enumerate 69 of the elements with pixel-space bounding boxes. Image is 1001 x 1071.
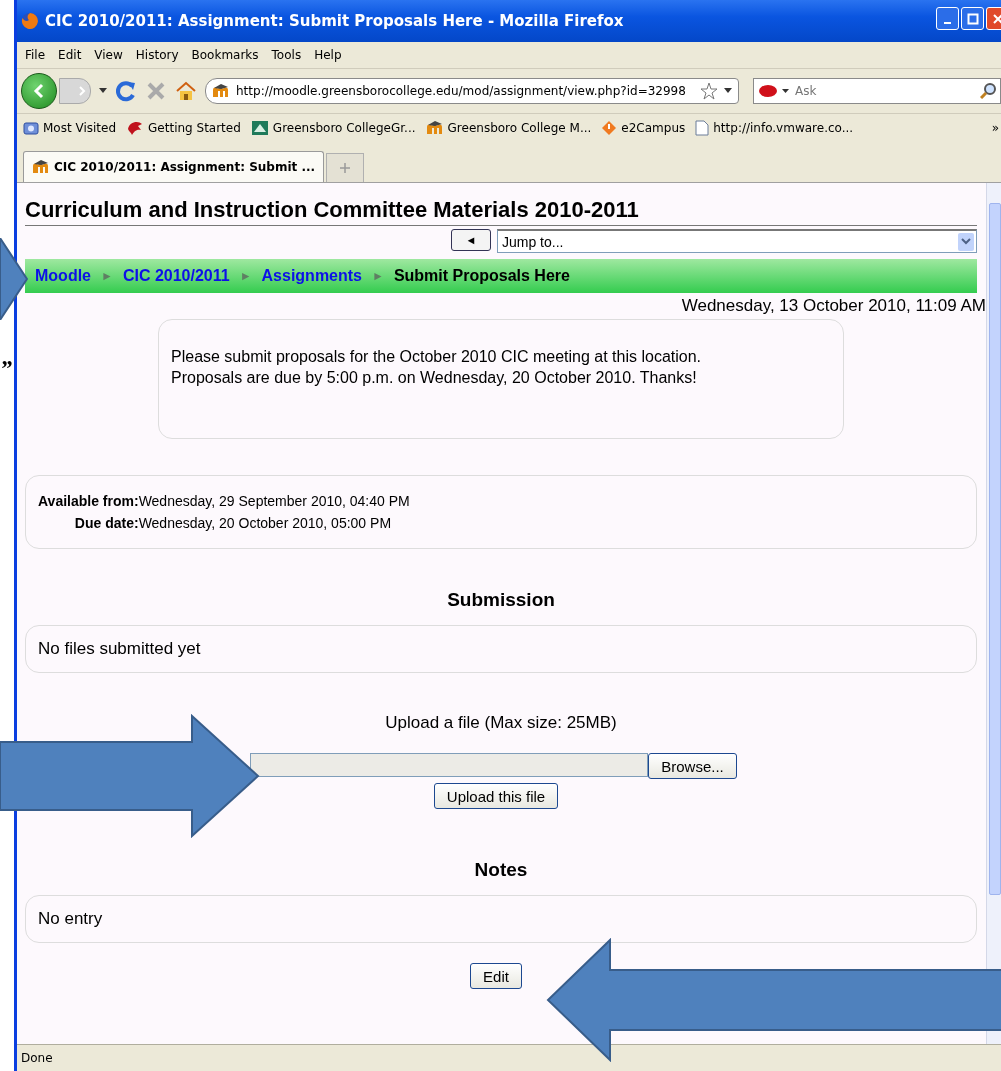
previous-button[interactable]: ◄	[451, 229, 491, 251]
bookmark-link[interactable]: Greensboro College M...	[447, 121, 592, 135]
file-input-field[interactable]	[250, 753, 649, 777]
breadcrumb-separator: ►	[101, 269, 113, 283]
menu-item[interactable]: View	[90, 48, 132, 62]
page-icon	[695, 120, 710, 136]
menu-item[interactable]: Tools	[267, 48, 311, 62]
close-icon	[991, 12, 1001, 25]
upload-label: Upload a file (Max size: 25MB)	[384, 713, 618, 733]
window-title: CIC 2010/2011: Assignment: Submit Proposals Here - Mozilla Firefox	[45, 12, 624, 30]
edit-button[interactable]: Edit	[470, 963, 522, 989]
dropdown-icon[interactable]	[724, 88, 732, 94]
address-bar[interactable]: http://moodle.greensborocollege.edu/mod/assignment/view.php?id=32998	[205, 78, 739, 104]
plus-icon	[340, 163, 351, 173]
intro-text: Proposals are due by 5:00 p.m. on Wednesday, 20 October 2010. Thanks!	[171, 368, 698, 388]
notes-text: No entry	[25, 895, 977, 943]
dropdown-icon[interactable]	[782, 88, 789, 94]
upload-button[interactable]: Upload this file	[433, 783, 559, 809]
date-label: Available from:	[38, 492, 139, 511]
browse-button[interactable]: Browse...	[648, 753, 737, 779]
bookmark-link[interactable]: http://info.vmware.co...	[713, 121, 854, 135]
bookmark-link[interactable]: Greensboro CollegeGr...	[272, 121, 416, 135]
minimize-icon	[944, 21, 951, 24]
menu-item[interactable]: File	[21, 48, 55, 62]
bookmark-link[interactable]: e2Campus	[621, 121, 686, 135]
moodle-icon	[425, 121, 444, 135]
submission-status: No files submitted yet	[25, 625, 977, 673]
menu-item[interactable]: Help	[310, 48, 351, 62]
home-icon[interactable]	[175, 81, 197, 101]
breadcrumb-current: Submit Proposals Here	[393, 267, 570, 285]
bookmarks-overflow-button[interactable]: »	[991, 121, 999, 135]
history-dropdown-icon[interactable]	[99, 88, 107, 94]
maximize-button[interactable]	[961, 7, 984, 30]
search-bar[interactable]: Ask	[753, 78, 1001, 104]
reload-icon[interactable]	[115, 80, 137, 102]
intro-text: Please submit proposals for the October 2010 CIC meeting at this location.	[171, 347, 703, 367]
notes-heading: Notes	[473, 859, 529, 881]
firefox-icon	[21, 12, 39, 30]
browser-tab[interactable]: CIC 2010/2011: Assignment: Submit ...	[23, 151, 325, 182]
date-value: Wednesday, 29 September 2010, 04:40 PM	[138, 492, 410, 511]
slide-text-fragment: ”	[0, 356, 12, 380]
menu-item[interactable]: Edit	[54, 48, 91, 62]
date-value: Wednesday, 20 October 2010, 05:00 PM	[138, 514, 393, 533]
bookmark-link[interactable]: Most Visited	[43, 121, 117, 135]
breadcrumb-link[interactable]: Moodle	[35, 267, 91, 285]
caret-icon	[961, 238, 971, 245]
breadcrumb-link[interactable]: Assignments	[261, 267, 362, 285]
jump-select[interactable]: Jump to...	[497, 229, 977, 253]
minimize-button[interactable]	[936, 7, 959, 30]
moodle-icon	[32, 160, 50, 174]
page-heading: Curriculum and Instruction Committee Materials 2010-2011	[25, 197, 977, 226]
maximize-icon	[966, 12, 979, 25]
back-button[interactable]	[21, 73, 57, 109]
breadcrumb-separator: ►	[372, 269, 384, 283]
date-label: Due date:	[73, 514, 139, 533]
menu-item[interactable]: Bookmarks	[187, 48, 268, 62]
search-icon[interactable]	[980, 83, 996, 99]
folder-icon	[23, 121, 39, 135]
current-date: Wednesday, 13 October 2010, 11:09 AM	[680, 296, 986, 316]
college-icon	[250, 120, 269, 136]
breadcrumb-link[interactable]: CIC 2010/2011	[122, 267, 230, 285]
submission-heading: Submission	[446, 589, 556, 611]
moodle-icon	[212, 84, 230, 98]
bookmark-link[interactable]: Getting Started	[148, 121, 241, 135]
menu-item[interactable]: History	[131, 48, 188, 62]
breadcrumb-separator: ►	[239, 269, 252, 283]
scrollbar-thumb[interactable]	[989, 203, 1001, 895]
diamond-icon	[601, 120, 618, 136]
star-icon[interactable]	[700, 82, 718, 100]
